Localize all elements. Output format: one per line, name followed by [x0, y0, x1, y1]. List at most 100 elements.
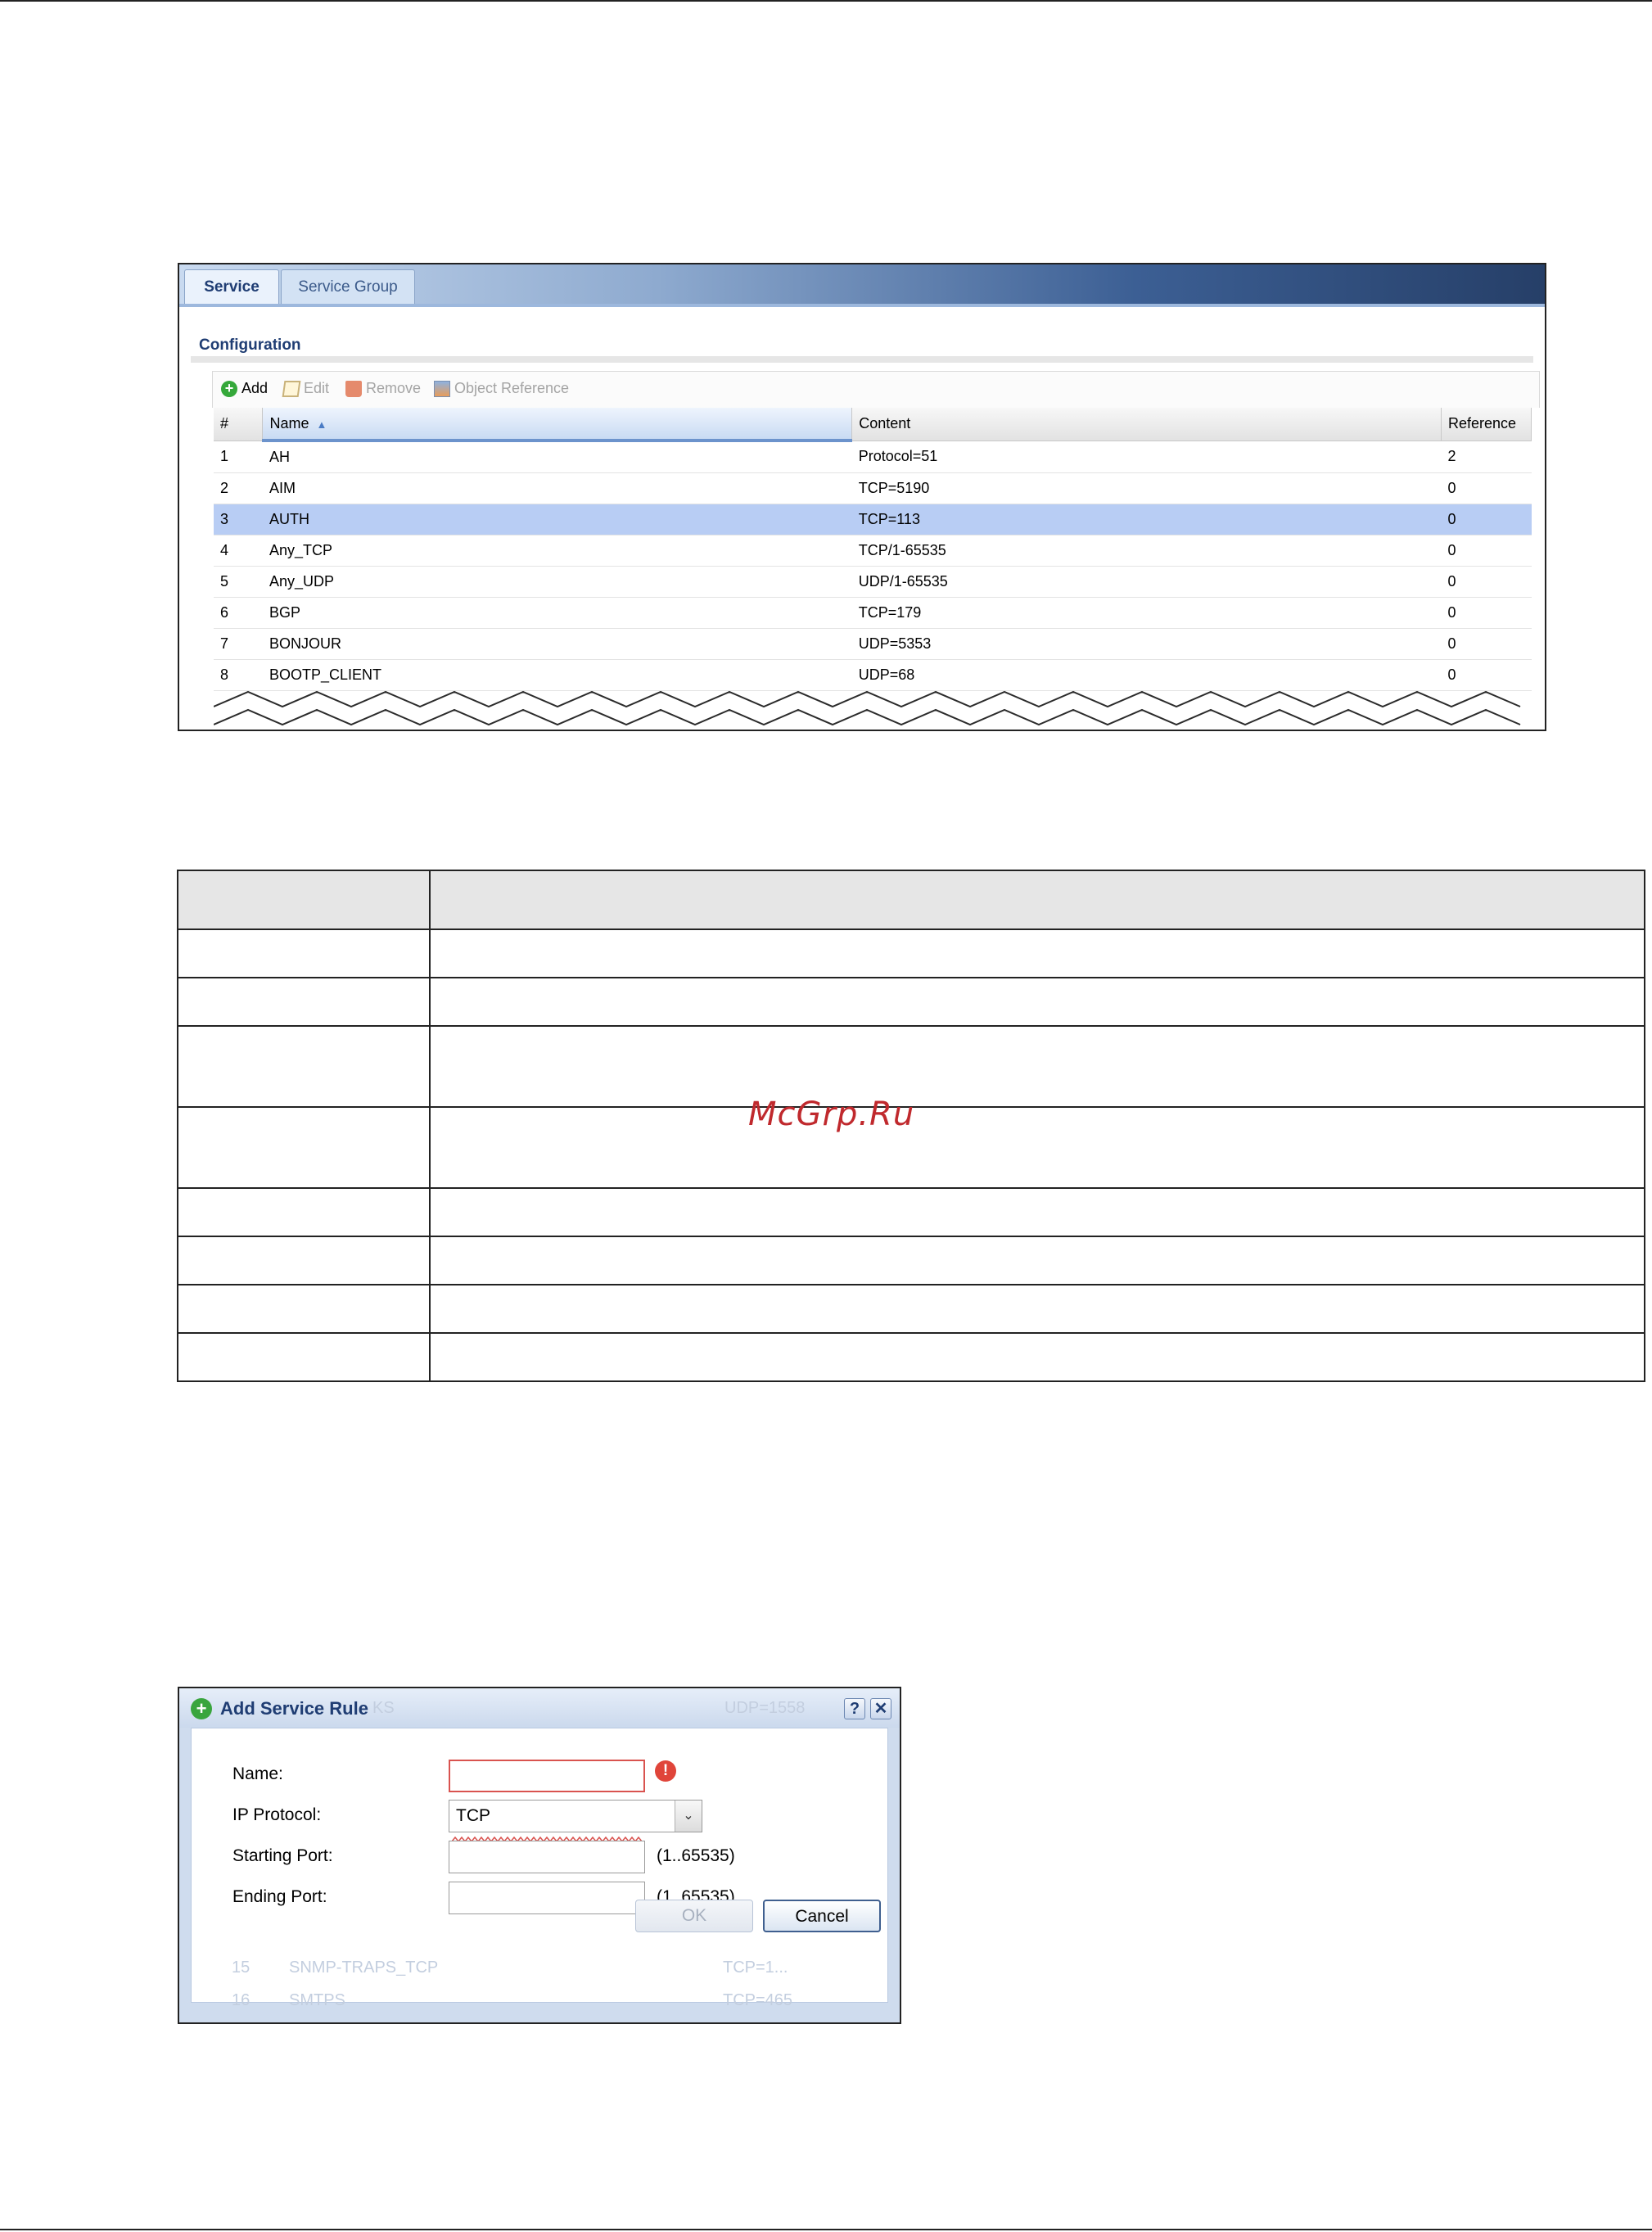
ok-button[interactable]: OK [635, 1900, 753, 1932]
table-row[interactable]: 5 Any_UDP UDP/1-65535 0 [214, 566, 1532, 598]
tab-service[interactable]: Service [184, 269, 279, 304]
table-header-cell [177, 870, 431, 930]
sort-ascending-icon: ▲ [316, 418, 327, 431]
edit-icon [282, 380, 301, 397]
object-reference-label: Object Reference [454, 380, 570, 396]
cell-num: 3 [214, 504, 263, 535]
cell-reference: 0 [1441, 535, 1532, 567]
table-cell [177, 1332, 431, 1382]
edit-button[interactable]: Edit [282, 380, 330, 397]
cell-content: TCP/1-65535 [851, 535, 1442, 567]
object-reference-icon [434, 380, 450, 397]
table-cell [177, 1187, 431, 1237]
table-row [177, 977, 1645, 1027]
table-cell [177, 1284, 431, 1334]
remove-label: Remove [366, 380, 422, 396]
ghost-row-number: 16 [232, 1991, 251, 2009]
cell-name: BONJOUR [262, 628, 852, 660]
toolbar: + Add Edit Remove Object Reference [212, 371, 1540, 408]
table-row[interactable]: 6 BGP TCP=179 0 [214, 597, 1532, 629]
table-header-row [177, 870, 1645, 930]
cell-content: UDP=68 [851, 659, 1442, 691]
ip-protocol-value: TCP [456, 1806, 490, 1825]
starting-port-label: Starting Port: [232, 1846, 333, 1865]
column-header-number[interactable]: # [214, 408, 264, 441]
add-label: Add [241, 380, 269, 396]
cell-num: 6 [214, 597, 263, 629]
error-icon: ! [655, 1760, 676, 1782]
add-service-rule-dialog: + Add Service Rule KS UDP=1558 ? ✕ Name:… [178, 1687, 901, 2024]
add-button[interactable]: + Add [221, 380, 268, 397]
tab-bar: Service Service Group [179, 264, 1545, 307]
cell-reference: 2 [1441, 441, 1532, 473]
table-row [177, 1187, 1645, 1237]
cell-num: 1 [214, 441, 263, 473]
ghost-row-content: TCP=465 [723, 1991, 793, 2009]
cell-content: TCP=113 [851, 504, 1442, 535]
bottom-page-rule [0, 2229, 1652, 2230]
cell-name: AIM [262, 472, 852, 504]
cell-num: 2 [214, 472, 263, 504]
add-icon: + [191, 1698, 212, 1719]
table-cell [177, 1106, 431, 1189]
cancel-button[interactable]: Cancel [763, 1900, 881, 1932]
torn-edge-zigzag [214, 690, 1521, 726]
cell-name: BGP [262, 597, 852, 629]
cell-num: 7 [214, 628, 263, 660]
cell-name: AH [262, 441, 852, 473]
ghost-row-name: SNMP-TRAPS_TCP [289, 1959, 439, 1977]
table-cell [177, 977, 431, 1027]
starting-port-input[interactable] [449, 1841, 645, 1873]
ghost-row-content: TCP=1... [723, 1959, 788, 1977]
cell-content: Protocol=51 [851, 441, 1442, 473]
table-cell [177, 928, 431, 978]
ip-protocol-select[interactable]: TCP ⌄ [449, 1800, 702, 1832]
name-field-row: ! [192, 1760, 887, 1796]
table-row [177, 1284, 1645, 1334]
table-row[interactable]: 4 Any_TCP TCP/1-65535 0 [214, 535, 1532, 567]
table-row[interactable]: 2 AIM TCP=5190 0 [214, 472, 1532, 504]
table-header-row: # Name ▲ Content Reference [214, 408, 1532, 442]
starting-port-range: (1..65535) [657, 1846, 735, 1865]
table-cell [429, 928, 1645, 978]
table-row[interactable]: 1 AH Protocol=51 2 [214, 441, 1532, 473]
cell-reference: 0 [1441, 597, 1532, 629]
help-icon[interactable]: ? [844, 1698, 865, 1719]
table-row[interactable]: 7 BONJOUR UDP=5353 0 [214, 628, 1532, 660]
column-header-name-label: Name [269, 414, 309, 431]
cell-name: Any_UDP [262, 566, 852, 598]
close-icon[interactable]: ✕ [870, 1698, 891, 1719]
cell-reference: 0 [1441, 472, 1532, 504]
cell-reference: 0 [1441, 659, 1532, 691]
column-header-reference[interactable]: Reference [1441, 408, 1532, 441]
column-header-name[interactable]: Name ▲ [262, 408, 853, 442]
configuration-title: Configuration [199, 337, 301, 354]
table-row[interactable]: 3 AUTH TCP=113 0 [214, 504, 1532, 535]
column-header-content[interactable]: Content [851, 408, 1442, 441]
table-header-cell [429, 870, 1645, 930]
table-cell [429, 977, 1645, 1027]
service-screenshot: Service Service Group Configuration + Ad… [178, 263, 1546, 731]
table-cell [429, 1284, 1645, 1334]
trash-icon [345, 380, 362, 397]
table-cell [429, 1025, 1645, 1108]
tab-service-group[interactable]: Service Group [281, 269, 415, 304]
cell-content: UDP/1-65535 [851, 566, 1442, 598]
cell-content: TCP=5190 [851, 472, 1442, 504]
remove-button[interactable]: Remove [345, 380, 421, 397]
add-icon: + [221, 380, 237, 397]
table-cell [429, 1236, 1645, 1285]
table-cell [177, 1236, 431, 1285]
ending-port-input[interactable] [449, 1882, 645, 1914]
watermark: McGrp.Ru [748, 1096, 915, 1133]
object-reference-button[interactable]: Object Reference [434, 380, 569, 397]
name-input[interactable] [449, 1760, 645, 1792]
service-table: # Name ▲ Content Reference 1 AH Protocol=5… [214, 408, 1532, 691]
ghost-title-suffix: KS [372, 1699, 395, 1717]
cell-num: 5 [214, 566, 263, 598]
chevron-down-icon[interactable]: ⌄ [675, 1801, 702, 1832]
top-page-rule [0, 0, 1652, 2]
edit-label: Edit [304, 380, 330, 396]
table-row[interactable]: 8 BOOTP_CLIENT UDP=68 0 [214, 659, 1532, 691]
ending-port-label: Ending Port: [232, 1887, 327, 1906]
